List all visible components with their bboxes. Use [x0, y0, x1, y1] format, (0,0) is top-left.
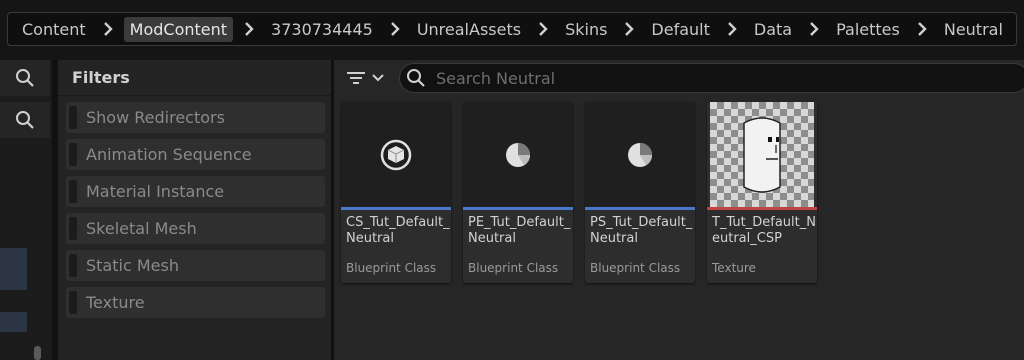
breadcrumb-item-id[interactable]: 3730734445 — [265, 17, 379, 42]
chevron-down-icon — [372, 74, 384, 82]
filter-animation-sequence[interactable]: Animation Sequence — [66, 139, 325, 170]
chevron-right-icon[interactable] — [803, 19, 825, 39]
asset-view: CS_Tut_Default_Neutral Blueprint Class P… — [334, 60, 1024, 360]
folder-highlight[interactable] — [0, 312, 27, 332]
filter-toggle-chip[interactable] — [69, 143, 77, 166]
cube-sphere-icon — [380, 139, 412, 170]
breadcrumb-item-default[interactable]: Default — [645, 17, 715, 42]
chevron-right-icon[interactable] — [721, 19, 743, 39]
asset-thumbnail — [463, 102, 573, 207]
chevron-right-icon[interactable] — [384, 19, 406, 39]
asset-name: T_Tut_Default_Neutral_CSP — [712, 215, 816, 246]
asset-type-stripe — [707, 207, 817, 210]
asset-toolbar — [334, 60, 1024, 96]
breadcrumb-item-content[interactable]: Content — [16, 17, 92, 42]
filter-static-mesh[interactable]: Static Mesh — [66, 250, 325, 281]
breadcrumb: Content ModContent 3730734445 UnrealAsse… — [7, 12, 1017, 46]
filters-title: Filters — [58, 60, 331, 96]
filter-dropdown-button[interactable] — [342, 66, 390, 90]
filter-toggle-chip[interactable] — [69, 180, 77, 203]
selected-folder-highlight[interactable] — [0, 248, 27, 290]
breadcrumb-item-unrealassets[interactable]: UnrealAssets — [411, 17, 527, 42]
asset-tile[interactable]: T_Tut_Default_Neutral_CSP Texture — [707, 102, 817, 283]
search-box[interactable] — [399, 63, 1024, 93]
asset-type-stripe — [341, 207, 451, 210]
filter-show-redirectors[interactable]: Show Redirectors — [66, 102, 325, 133]
scrollbar-thumb[interactable] — [34, 346, 41, 360]
filter-texture[interactable]: Texture — [66, 287, 325, 318]
search-input[interactable] — [436, 68, 936, 88]
asset-type: Texture — [712, 261, 756, 275]
texture-face-preview — [743, 116, 781, 193]
search-sources-button[interactable] — [0, 60, 50, 96]
asset-thumbnail — [710, 102, 814, 207]
filter-toggle-chip[interactable] — [69, 254, 77, 277]
sources-panel — [0, 60, 52, 360]
asset-tile[interactable]: CS_Tut_Default_Neutral Blueprint Class — [341, 102, 451, 283]
chevron-right-icon[interactable] — [97, 19, 119, 39]
filter-lines-icon — [347, 72, 365, 84]
breadcrumb-item-palettes[interactable]: Palettes — [830, 17, 906, 42]
chevron-right-icon[interactable] — [238, 19, 260, 39]
asset-name: PE_Tut_Default_Neutral — [468, 215, 571, 246]
filter-list: Show Redirectors Animation Sequence Mate… — [58, 96, 331, 318]
filters-panel: Filters Show Redirectors Animation Seque… — [58, 60, 331, 360]
filter-toggle-chip[interactable] — [69, 291, 77, 314]
breadcrumb-bar: Content ModContent 3730734445 UnrealAsse… — [0, 0, 1024, 60]
breadcrumb-item-data[interactable]: Data — [748, 17, 798, 42]
asset-tile[interactable]: PE_Tut_Default_Neutral Blueprint Class — [463, 102, 573, 283]
asset-type: Blueprint Class — [346, 261, 437, 275]
filter-toggle-chip[interactable] — [69, 217, 77, 240]
pie-chart-icon — [506, 142, 530, 167]
filter-material-instance[interactable]: Material Instance — [66, 176, 325, 207]
search-icon — [407, 69, 425, 87]
chevron-right-icon[interactable] — [618, 19, 640, 39]
asset-thumbnail — [341, 102, 451, 207]
breadcrumb-item-skins[interactable]: Skins — [559, 17, 613, 42]
asset-tile[interactable]: PS_Tut_Default_Neutral Blueprint Class — [585, 102, 695, 283]
filter-skeletal-mesh[interactable]: Skeletal Mesh — [66, 213, 325, 244]
pie-chart-icon — [628, 142, 652, 167]
asset-type-stripe — [585, 207, 695, 210]
search-icon — [16, 69, 34, 87]
search-icon — [16, 111, 34, 129]
asset-thumbnail — [585, 102, 695, 207]
chevron-right-icon[interactable] — [532, 19, 554, 39]
asset-type: Blueprint Class — [468, 261, 559, 275]
asset-type: Blueprint Class — [590, 261, 681, 275]
breadcrumb-item-modcontent[interactable]: ModContent — [123, 16, 234, 42]
breadcrumb-item-neutral[interactable]: Neutral — [938, 17, 1009, 42]
asset-name: PS_Tut_Default_Neutral — [590, 215, 693, 246]
search-collections-button[interactable] — [0, 102, 50, 138]
asset-name: CS_Tut_Default_Neutral — [346, 215, 450, 246]
chevron-right-icon[interactable] — [911, 19, 933, 39]
asset-type-stripe — [463, 207, 573, 210]
filter-toggle-chip[interactable] — [69, 106, 77, 129]
